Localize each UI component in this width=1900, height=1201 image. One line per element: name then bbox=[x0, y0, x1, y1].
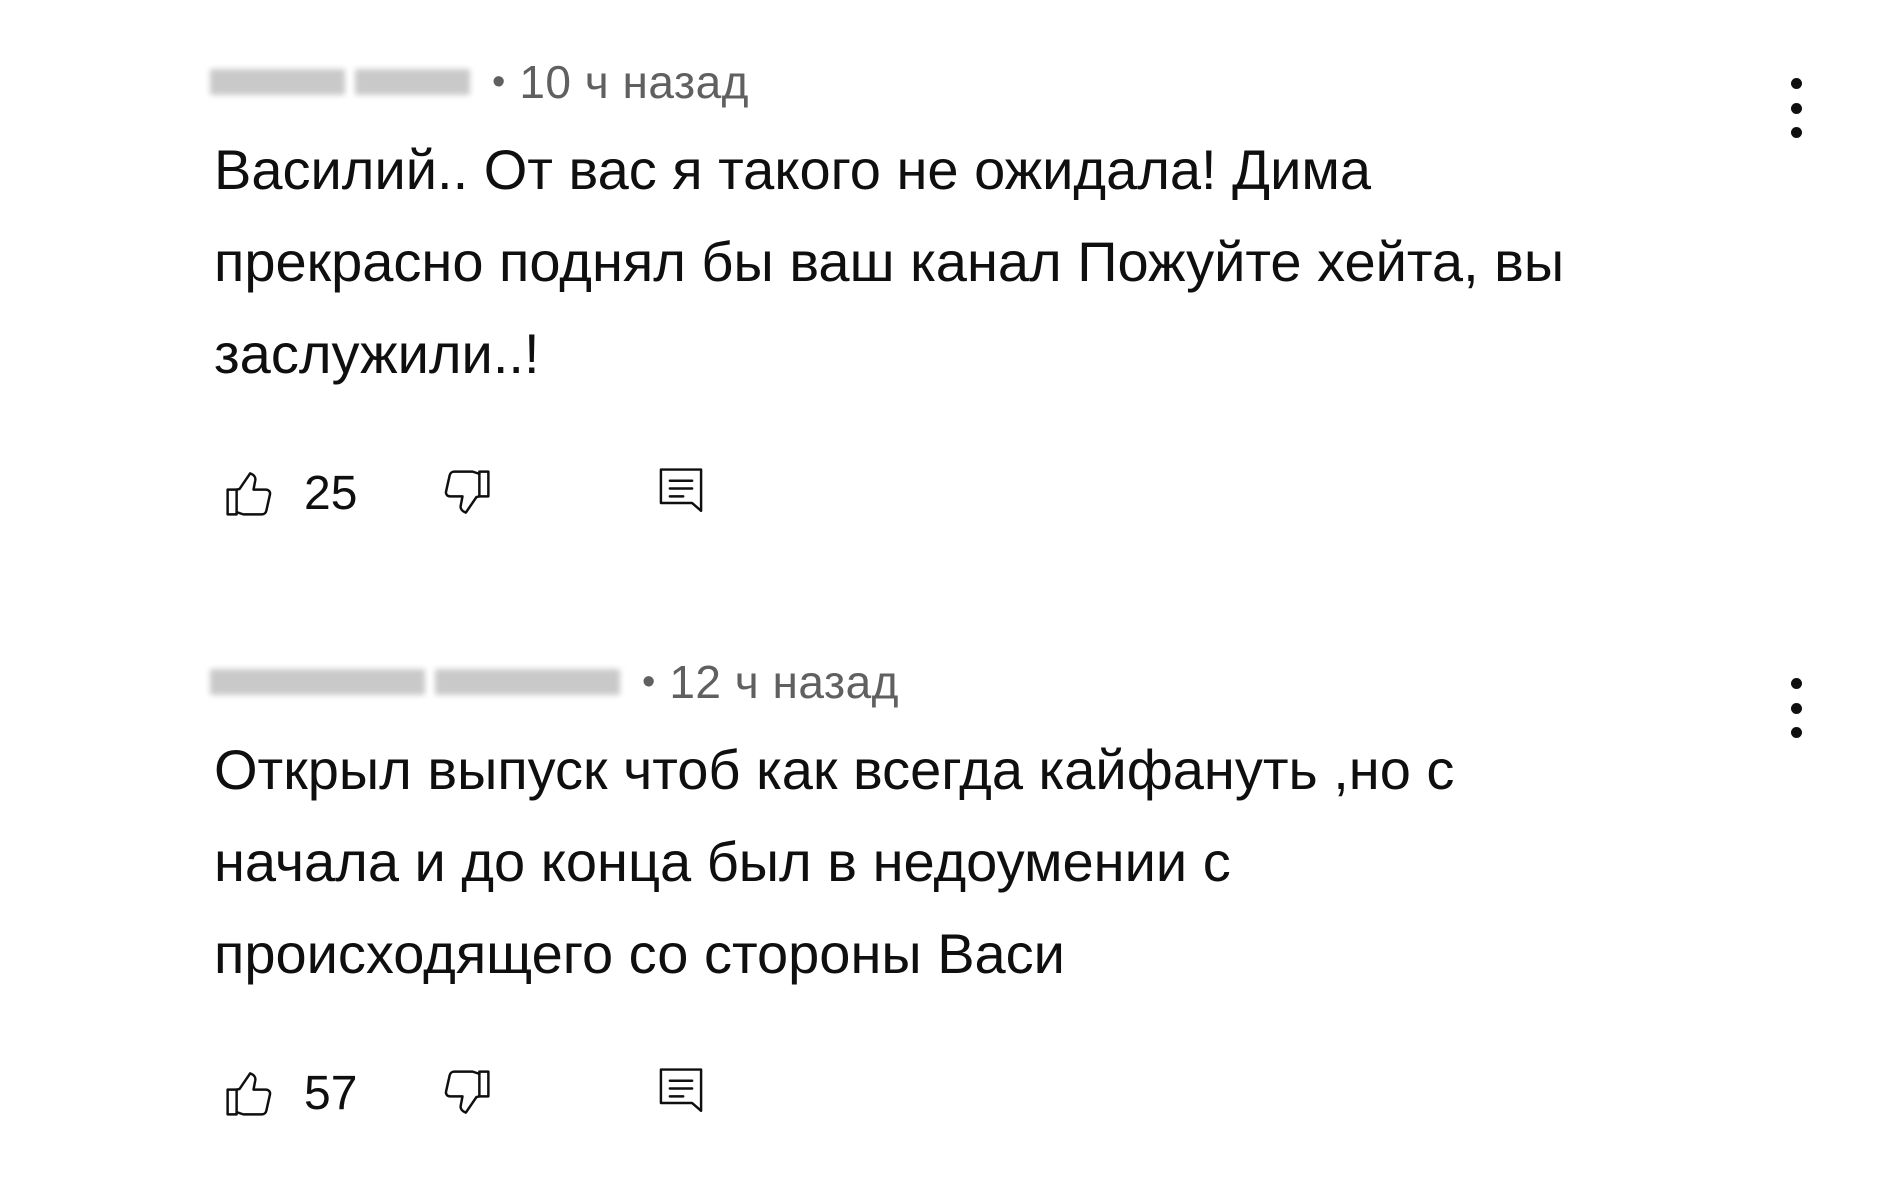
reply-button[interactable] bbox=[654, 1064, 708, 1122]
like-button[interactable]: 57 bbox=[222, 1066, 414, 1121]
thumb-down-icon bbox=[440, 1066, 494, 1120]
separator-dot: • bbox=[492, 61, 506, 103]
blurred-author-segment bbox=[435, 669, 620, 695]
blurred-author-segment bbox=[210, 669, 425, 695]
comment-header: • 10 ч назад bbox=[210, 52, 749, 112]
comment-timestamp[interactable]: 12 ч назад bbox=[669, 655, 899, 709]
kebab-dot bbox=[1790, 78, 1802, 89]
reply-comment-icon bbox=[654, 464, 708, 522]
kebab-dot bbox=[1790, 102, 1802, 114]
thumb-up-icon bbox=[222, 1066, 276, 1120]
comment-actions: 25 bbox=[222, 458, 708, 528]
thumb-up-icon bbox=[222, 466, 276, 520]
author-name-blurred[interactable] bbox=[210, 69, 470, 95]
kebab-dot bbox=[1790, 702, 1802, 714]
blurred-author-segment bbox=[210, 69, 345, 95]
comment-timestamp[interactable]: 10 ч назад bbox=[519, 55, 749, 109]
comment-text: Открыл выпуск чтоб как всегда кайфануть … bbox=[214, 738, 1455, 985]
dislike-button[interactable] bbox=[440, 1066, 494, 1120]
blurred-author-segment bbox=[355, 69, 470, 95]
dislike-button[interactable] bbox=[440, 466, 494, 520]
thumb-down-icon bbox=[440, 466, 494, 520]
reply-button[interactable] bbox=[654, 464, 708, 522]
comment-header: • 12 ч назад bbox=[210, 652, 899, 712]
reply-comment-icon bbox=[654, 1064, 708, 1122]
separator-dot: • bbox=[642, 661, 656, 703]
comment-actions: 57 bbox=[222, 1058, 708, 1128]
like-count: 25 bbox=[304, 466, 358, 520]
comment-text: Василий.. От вас я такого не ожидала! Ди… bbox=[214, 138, 1565, 385]
like-count: 57 bbox=[304, 1066, 358, 1120]
kebab-dot bbox=[1790, 678, 1802, 689]
like-button[interactable]: 25 bbox=[222, 466, 414, 521]
author-name-blurred[interactable] bbox=[210, 669, 620, 695]
